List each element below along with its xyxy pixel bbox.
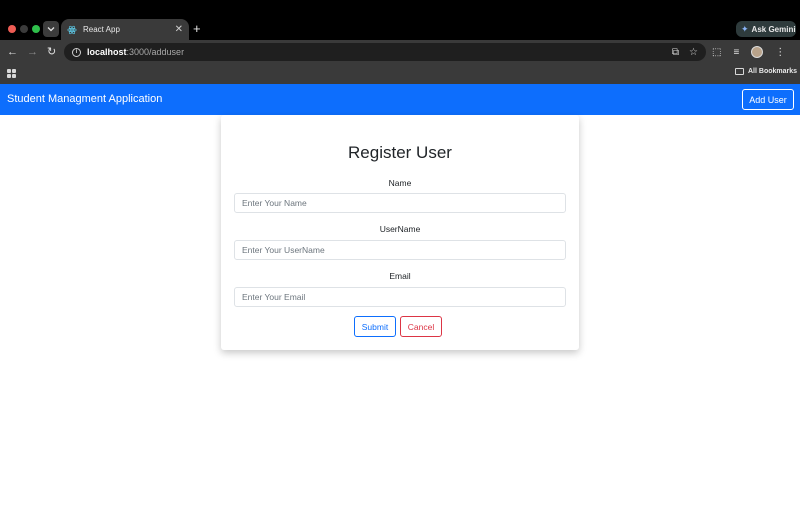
- ask-gemini-label: Ask Gemini: [751, 24, 796, 34]
- maximize-window-button[interactable]: [32, 25, 40, 33]
- all-bookmarks-label: All Bookmarks: [748, 68, 798, 75]
- email-input[interactable]: [234, 287, 566, 307]
- register-user-card: Register User Name UserName Email Submit…: [221, 115, 579, 350]
- browser-tab[interactable]: React App ✕: [61, 19, 189, 40]
- url-host: localhost: [87, 47, 127, 57]
- browser-toolbar: ← → ↻ i localhost :3000/adduser ⧉ ☆ ⬚ ≡ …: [0, 40, 800, 64]
- gemini-sparkle-icon: ✦: [741, 23, 749, 34]
- page-title: Register User: [348, 143, 452, 162]
- navbar-brand[interactable]: Student Managment Application: [7, 93, 162, 105]
- close-window-button[interactable]: [8, 25, 16, 33]
- new-tab-button[interactable]: +: [193, 22, 201, 35]
- tab-title: React App: [83, 25, 120, 34]
- name-input[interactable]: [234, 193, 566, 213]
- minimize-window-button[interactable]: [20, 25, 28, 33]
- profile-avatar[interactable]: [751, 46, 764, 58]
- username-label: UserName: [379, 224, 421, 234]
- folder-icon: [735, 68, 744, 75]
- back-arrow-icon[interactable]: ←: [7, 45, 18, 59]
- app-navbar: Student Managment Application Add User: [0, 84, 800, 115]
- site-info-icon[interactable]: i: [72, 47, 81, 57]
- ask-gemini-button[interactable]: ✦ Ask Gemini: [736, 21, 796, 37]
- chevron-down-icon: [47, 27, 55, 32]
- url-path: :3000/adduser: [126, 47, 185, 57]
- tab-close-icon[interactable]: ✕: [175, 24, 183, 35]
- submit-button[interactable]: Submit: [354, 316, 396, 337]
- apps-grid-icon[interactable]: [7, 69, 16, 78]
- username-input[interactable]: [234, 240, 566, 260]
- address-bar[interactable]: i localhost :3000/adduser ⧉ ☆: [64, 43, 706, 61]
- browser-menu-icon[interactable]: ⋮: [775, 47, 785, 58]
- reload-icon[interactable]: ↻: [47, 45, 56, 59]
- react-logo-icon: [67, 25, 77, 34]
- tab-search-button[interactable]: [43, 21, 59, 37]
- name-label: Name: [388, 178, 412, 188]
- cast-icon[interactable]: ⧉: [672, 47, 679, 58]
- extensions-icon[interactable]: ⬚: [712, 47, 721, 58]
- cancel-button[interactable]: Cancel: [400, 316, 442, 337]
- forward-arrow-icon[interactable]: →: [27, 45, 38, 59]
- bookmark-star-icon[interactable]: ☆: [689, 47, 698, 58]
- all-bookmarks-button[interactable]: All Bookmarks: [735, 68, 797, 75]
- media-controls-icon[interactable]: ≡: [733, 47, 739, 58]
- add-user-button[interactable]: Add User: [742, 89, 794, 110]
- bookmarks-bar: All Bookmarks: [0, 64, 800, 84]
- email-label: Email: [389, 271, 411, 281]
- browser-tab-strip: React App ✕ + ✦ Ask Gemini: [0, 0, 800, 40]
